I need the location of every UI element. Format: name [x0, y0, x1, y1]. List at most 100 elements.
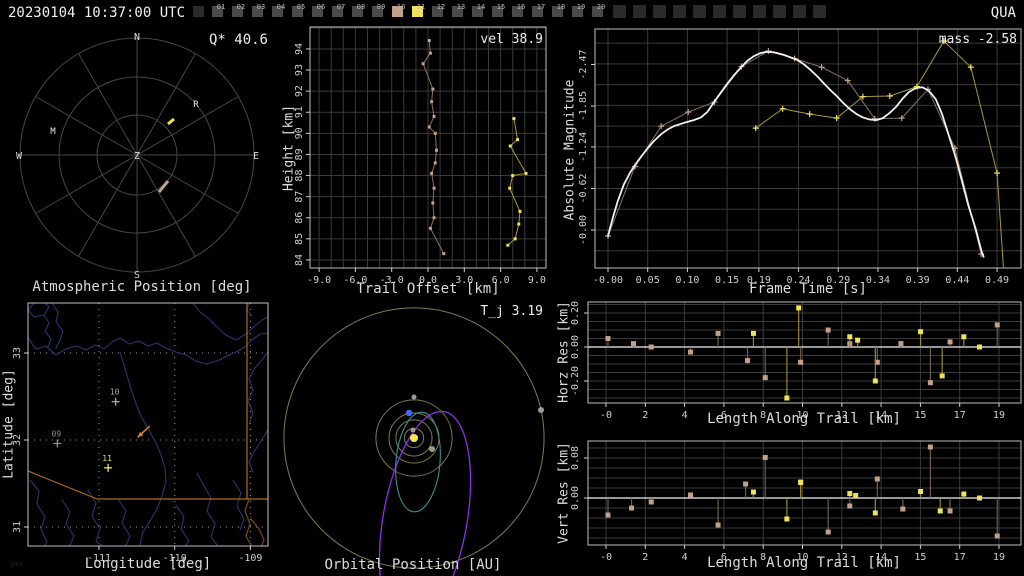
ground-map-plot: -111 -110 -109 33 32 31 09 10 11 [12, 302, 269, 564]
svg-text:19: 19 [577, 3, 585, 11]
svg-text:R: R [193, 100, 199, 110]
meteor-orbit-ellipse [378, 410, 472, 576]
svg-text:03: 03 [257, 3, 265, 11]
svg-text:-0.00: -0.00 [578, 215, 589, 245]
svg-text:06: 06 [317, 3, 325, 11]
svg-text:M: M [50, 127, 56, 137]
jupiter-dot [538, 407, 544, 413]
svg-text:-0.00: -0.00 [593, 275, 623, 286]
svg-text:6: 6 [721, 552, 727, 563]
svg-text:11: 11 [417, 3, 425, 11]
svg-text:15: 15 [914, 552, 926, 563]
svg-text:17: 17 [954, 410, 966, 421]
svg-text:0.00: 0.00 [570, 335, 581, 359]
svg-text:10: 10 [110, 388, 120, 397]
svg-text:85: 85 [294, 233, 305, 245]
atmospheric-position-plot: N S E W Z R M [16, 32, 259, 281]
svg-text:91: 91 [294, 106, 305, 118]
svg-text:0.34: 0.34 [866, 275, 890, 286]
svg-text:W: W [16, 151, 23, 162]
svg-text:-111: -111 [87, 553, 111, 564]
svg-text:04: 04 [277, 3, 285, 11]
svg-text:10: 10 [397, 3, 405, 11]
svg-text:11: 11 [102, 454, 112, 463]
svg-text:87: 87 [294, 191, 305, 203]
svg-text:86: 86 [294, 212, 305, 224]
svg-text:14: 14 [477, 3, 485, 11]
svg-text:0.29: 0.29 [826, 275, 850, 286]
station-box-blank[interactable] [713, 5, 726, 18]
station-box-blank[interactable] [693, 5, 706, 18]
svg-text:0.00: 0.00 [570, 486, 581, 510]
svg-text:3.0: 3.0 [455, 275, 473, 286]
station-box-blank[interactable] [653, 5, 666, 18]
svg-text:-1.24: -1.24 [578, 132, 589, 162]
svg-text:19: 19 [993, 410, 1005, 421]
svg-text:92: 92 [294, 85, 305, 97]
svg-text:08: 08 [357, 3, 365, 11]
svg-text:4: 4 [682, 410, 688, 421]
svg-text:-0.62: -0.62 [578, 173, 589, 203]
svg-text:N: N [134, 32, 140, 43]
svg-text:09: 09 [52, 429, 62, 438]
svg-text:18: 18 [557, 3, 565, 11]
svg-text:0.15: 0.15 [715, 275, 739, 286]
plots-canvas: 01 02 03 04 05 06 07 08 09 10 11 12 13 14 15 16 17 18 19 20… [12, 3, 1022, 576]
svg-text:12: 12 [836, 410, 848, 421]
svg-text:-110: -110 [163, 553, 187, 564]
svg-text:0.20: 0.20 [570, 301, 581, 325]
svg-text:-1.85: -1.85 [578, 91, 589, 121]
station-box-blank[interactable] [613, 5, 626, 18]
svg-text:6: 6 [721, 410, 727, 421]
svg-text:01: 01 [217, 3, 225, 11]
svg-text:E: E [253, 151, 259, 162]
svg-text:-9.0: -9.0 [307, 275, 331, 286]
svg-text:33: 33 [12, 347, 23, 359]
svg-text:09: 09 [377, 3, 385, 11]
timestamp: 20230104 10:37:00 UTC [8, 5, 186, 21]
svg-text:10: 10 [796, 410, 808, 421]
horz-res-plot: -0 2 4 6 8 10 12 14 15 17 19 0.20 0.00 -0.20 [570, 301, 1022, 421]
station-box-blank[interactable] [733, 5, 746, 18]
station-box-blank[interactable] [673, 5, 686, 18]
svg-text:20: 20 [597, 3, 605, 11]
station-box-blank[interactable] [633, 5, 646, 18]
station-box-blank[interactable] [793, 5, 806, 18]
meteor-dashboard: 01 02 03 04 05 06 07 08 09 10 11 12 13 14 15 16 17 18 19 20… [0, 0, 1024, 576]
svg-text:88: 88 [294, 170, 305, 182]
svg-text:94: 94 [294, 43, 305, 55]
station-box-blank[interactable] [193, 6, 204, 17]
svg-text:89: 89 [294, 148, 305, 160]
mercury-dot [410, 427, 416, 433]
svg-text:0.19: 0.19 [747, 275, 771, 286]
svg-text:4: 4 [682, 552, 688, 563]
svg-text:12: 12 [836, 552, 848, 563]
venus-dot [429, 446, 435, 452]
station-box-blank[interactable] [753, 5, 766, 18]
svg-text:2: 2 [642, 552, 648, 563]
svg-text:8: 8 [760, 552, 766, 563]
svg-text:-0: -0 [600, 552, 612, 563]
svg-text:90: 90 [294, 127, 305, 139]
svg-text:07: 07 [337, 3, 345, 11]
mars-dot [411, 394, 417, 400]
svg-text:31: 31 [12, 521, 23, 533]
svg-text:-109: -109 [238, 553, 262, 564]
svg-text:0.0: 0.0 [419, 275, 437, 286]
svg-text:32: 32 [12, 434, 23, 446]
svg-text:14: 14 [875, 552, 887, 563]
svg-text:-0.20: -0.20 [570, 366, 581, 396]
svg-text:0.08: 0.08 [570, 446, 581, 470]
station-box-blank[interactable] [813, 5, 826, 18]
orbital-position-plot [283, 307, 545, 576]
svg-text:8: 8 [760, 410, 766, 421]
svg-text:14: 14 [875, 410, 887, 421]
svg-text:Z: Z [134, 151, 140, 162]
station-box-blank[interactable] [773, 5, 786, 18]
shower-code: QUA [990, 5, 1016, 21]
svg-text:0.39: 0.39 [906, 275, 930, 286]
svg-text:9.0: 9.0 [528, 275, 546, 286]
svg-text:17: 17 [954, 552, 966, 563]
svg-text:0.24: 0.24 [787, 275, 811, 286]
svg-text:93: 93 [294, 64, 305, 76]
